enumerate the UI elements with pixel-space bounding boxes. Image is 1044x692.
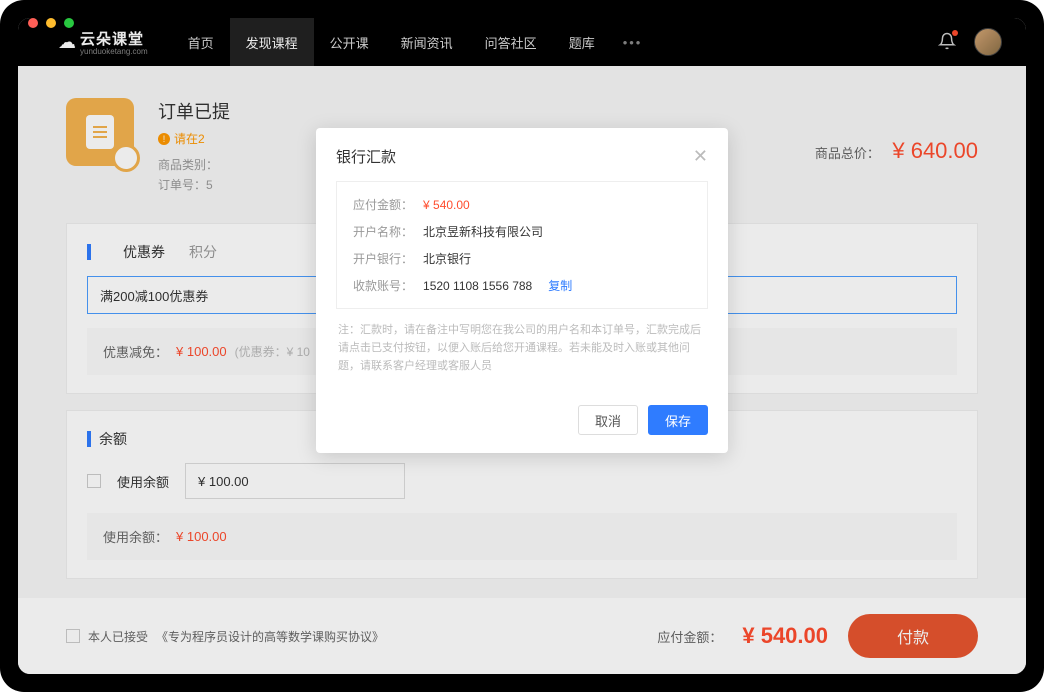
- modal-overlay[interactable]: 银行汇款 ✕ 应付金额： ¥ 540.00 开户名称： 北京昱新科技有限公司: [18, 18, 1026, 674]
- save-button[interactable]: 保存: [648, 405, 708, 435]
- account-name-label: 开户名称：: [353, 223, 413, 240]
- modal-note: 注：汇款时，请在备注中写明您在我公司的用户名和本订单号，汇款完成后请点击已支付按…: [336, 309, 708, 375]
- amount-value: ¥ 540.00: [423, 198, 470, 212]
- amount-label: 应付金额：: [353, 196, 413, 213]
- bank-value: 北京银行: [423, 250, 471, 267]
- account-name-value: 北京昱新科技有限公司: [423, 223, 543, 240]
- bank-info-box: 应付金额： ¥ 540.00 开户名称： 北京昱新科技有限公司 开户银行： 北京…: [336, 181, 708, 309]
- minimize-window-icon[interactable]: [46, 18, 56, 28]
- account-no-label: 收款账号：: [353, 277, 413, 294]
- window-controls: [28, 18, 74, 28]
- account-no-value: 1520 1108 1556 788: [423, 279, 532, 293]
- close-icon[interactable]: ✕: [693, 146, 708, 167]
- cancel-button[interactable]: 取消: [578, 405, 638, 435]
- bank-label: 开户银行：: [353, 250, 413, 267]
- close-window-icon[interactable]: [28, 18, 38, 28]
- modal-title: 银行汇款: [336, 146, 396, 167]
- maximize-window-icon[interactable]: [64, 18, 74, 28]
- copy-button[interactable]: 复制: [548, 277, 572, 294]
- bank-transfer-modal: 银行汇款 ✕ 应付金额： ¥ 540.00 开户名称： 北京昱新科技有限公司: [316, 128, 728, 453]
